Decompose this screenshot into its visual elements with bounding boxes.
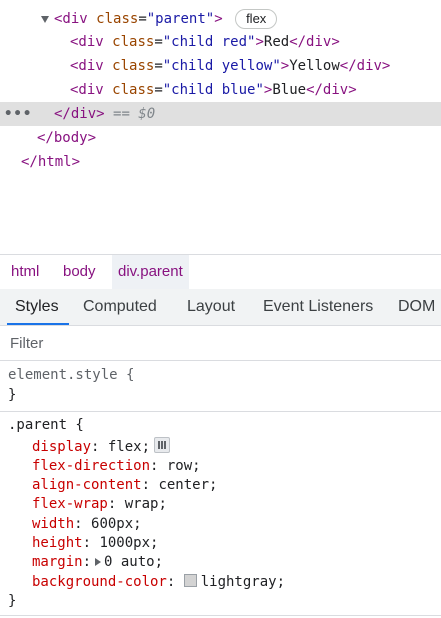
tree-node-html-close[interactable]: </html>	[0, 150, 441, 174]
attr-equals: =	[138, 11, 147, 27]
attr-equals: =	[154, 82, 163, 98]
prop-value[interactable]: 1000px	[99, 535, 150, 551]
style-prop-display[interactable]: display: flex;	[32, 437, 171, 456]
attr-name: class	[112, 58, 155, 74]
element-style-rule: element.style { }	[0, 361, 441, 411]
parent-style-rule: .parent { display: flex; flex-direction:…	[0, 412, 441, 618]
prop-name: flex-direction	[32, 458, 151, 474]
selected-marker: == $0	[113, 106, 156, 122]
tab-layout[interactable]: Layout	[187, 289, 235, 325]
attr-value: "parent"	[146, 11, 215, 27]
attr-value: "child blue"	[162, 82, 264, 98]
tree-node-child-red[interactable]: <div class="child red">Red</div>	[0, 30, 441, 54]
style-prop-align-content[interactable]: align-content: center;	[32, 476, 217, 495]
prop-name: align-content	[32, 477, 142, 493]
breadcrumb-html[interactable]: html	[5, 255, 45, 289]
tree-node-selected-close[interactable]: ••• </div> == $0	[0, 102, 441, 126]
breadcrumb-div-parent[interactable]: div.parent	[112, 255, 189, 289]
prop-name: display	[32, 439, 92, 455]
attr-name: class	[96, 11, 139, 27]
prop-value[interactable]: center	[158, 477, 209, 493]
prop-name: width	[32, 516, 75, 532]
style-prop-background-color[interactable]: background-color: lightgray;	[32, 573, 285, 592]
tab-computed[interactable]: Computed	[83, 289, 157, 325]
tab-event-listeners[interactable]: Event Listeners	[263, 289, 373, 325]
filter-bar	[0, 326, 441, 361]
elements-tree: <div class="parent"> flex <div class="ch…	[0, 0, 441, 254]
style-prop-height[interactable]: height: 1000px;	[32, 534, 158, 553]
flex-badge[interactable]: flex	[235, 9, 278, 29]
node-text: Yellow	[289, 58, 340, 74]
rule-divider	[0, 615, 441, 616]
rule-close-brace: }	[8, 387, 17, 403]
expand-triangle-icon[interactable]	[41, 7, 52, 31]
flexbox-editor-icon[interactable]	[154, 437, 171, 453]
node-text: Red	[263, 34, 290, 50]
tag-close-bracket: >	[214, 11, 223, 27]
prop-value[interactable]: flex	[108, 439, 142, 455]
tree-node-child-blue[interactable]: <div class="child blue">Blue</div>	[0, 78, 441, 102]
style-prop-flex-wrap[interactable]: flex-wrap: wrap;	[32, 495, 167, 514]
rule-close-brace: }	[8, 593, 17, 609]
tab-dom[interactable]: DOM	[398, 289, 435, 325]
tab-styles[interactable]: Styles	[7, 289, 69, 325]
attr-equals: =	[154, 58, 163, 74]
attr-equals: =	[154, 34, 163, 50]
style-prop-flex-direction[interactable]: flex-direction: row;	[32, 457, 201, 476]
more-options-icon[interactable]: •••	[4, 102, 32, 126]
tag-end: </div>	[306, 82, 357, 98]
tag-end: </div>	[339, 58, 391, 74]
node-text: Blue	[272, 82, 307, 98]
tag-open: <div	[54, 11, 88, 27]
tag-close-bracket: >	[280, 58, 290, 74]
prop-name: margin	[32, 554, 83, 570]
prop-value[interactable]: 0 auto	[104, 554, 155, 570]
prop-value[interactable]: row	[167, 458, 192, 474]
prop-name: flex-wrap	[32, 496, 108, 512]
prop-name: height	[32, 535, 83, 551]
tag-end: </body>	[37, 130, 97, 146]
attr-name: class	[112, 34, 155, 50]
tag-close-bracket: >	[255, 34, 264, 50]
breadcrumb: html body div.parent	[0, 254, 441, 290]
prop-value[interactable]: wrap	[125, 496, 159, 512]
tag-open: <div	[70, 34, 104, 50]
sidebar-tabs: Styles Computed Layout Event Listeners D…	[0, 289, 441, 326]
element-style-selector[interactable]: element.style {	[8, 366, 134, 385]
expand-shorthand-icon[interactable]	[95, 558, 102, 566]
style-prop-margin[interactable]: margin: 0 auto;	[32, 553, 163, 572]
tag-end: </div>	[289, 34, 340, 50]
prop-value[interactable]: 600px	[91, 516, 133, 532]
breadcrumb-body[interactable]: body	[57, 255, 102, 289]
prop-value[interactable]: lightgray	[201, 574, 277, 590]
tag-end: </div>	[54, 106, 105, 122]
attr-value: "child red"	[162, 34, 256, 50]
selector-text: element.style {	[8, 367, 135, 383]
filter-input[interactable]	[4, 330, 441, 356]
attr-name: class	[112, 82, 155, 98]
color-swatch-icon[interactable]	[183, 574, 197, 587]
tag-end: </html>	[21, 154, 81, 170]
tree-node-parent[interactable]: <div class="parent"> flex	[0, 7, 441, 31]
tree-node-child-yellow[interactable]: <div class="child yellow">Yellow</div>	[0, 54, 441, 78]
prop-name: background-color	[32, 574, 167, 590]
tag-open: <div	[70, 82, 104, 98]
tree-node-body-close[interactable]: </body>	[0, 126, 441, 150]
tag-open: <div	[70, 58, 104, 74]
style-prop-width[interactable]: width: 600px;	[32, 515, 142, 534]
attr-value: "child yellow"	[162, 58, 281, 74]
parent-selector[interactable]: .parent {	[8, 416, 84, 435]
